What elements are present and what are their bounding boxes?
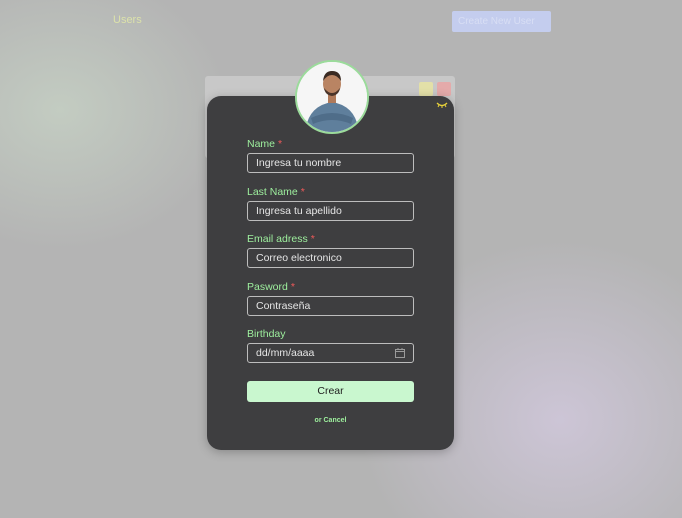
email-field: Email adress * Correo electronico xyxy=(247,233,414,268)
user-avatar-icon xyxy=(297,62,367,132)
birthday-field: Birthday dd/mm/aaaa xyxy=(247,328,414,363)
required-mark: * xyxy=(290,281,295,293)
name-label: Name * xyxy=(247,138,283,150)
cancel-link[interactable]: or Cancel xyxy=(207,417,454,424)
create-user-modal: Name * Ingresa tu nombre Last Name * Ingre… xyxy=(207,96,454,450)
birthday-label: Birthday xyxy=(247,328,286,340)
last-name-label: Last Name * xyxy=(247,186,305,198)
email-label: Email adress * xyxy=(247,233,315,245)
email-input[interactable]: Correo electronico xyxy=(247,248,414,268)
background-minimize-icon xyxy=(419,82,433,96)
required-mark: * xyxy=(310,233,315,245)
password-input[interactable]: Contraseña xyxy=(247,296,414,316)
crear-button[interactable]: Crear xyxy=(247,381,414,402)
calendar-icon[interactable] xyxy=(395,348,405,358)
name-field: Name * Ingresa tu nombre xyxy=(247,138,414,173)
create-user-button[interactable]: Create New User xyxy=(452,11,551,32)
nav-users-link[interactable]: Users xyxy=(113,14,142,26)
password-label: Pasword * xyxy=(247,281,295,293)
required-mark: * xyxy=(278,138,283,150)
avatar xyxy=(295,60,369,134)
last-name-input[interactable]: Ingresa tu apellido xyxy=(247,201,414,221)
birthday-input[interactable]: dd/mm/aaaa xyxy=(247,343,414,363)
last-name-field: Last Name * Ingresa tu apellido xyxy=(247,186,414,221)
password-field: Pasword * Contraseña xyxy=(247,281,414,316)
birthday-value: dd/mm/aaaa xyxy=(256,347,315,359)
eye-closed-icon[interactable] xyxy=(436,101,448,109)
name-input[interactable]: Ingresa tu nombre xyxy=(247,153,414,173)
required-mark: * xyxy=(300,186,305,198)
background-close-icon xyxy=(437,82,451,96)
